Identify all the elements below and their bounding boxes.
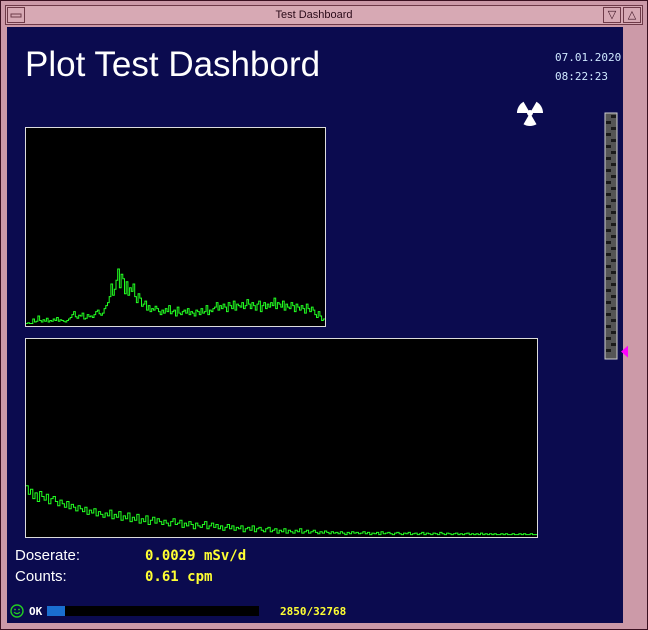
status-text: OK [29,605,43,618]
spectrum-plot-area [26,268,325,324]
gauge-marker-icon [621,345,628,358]
decay-plot-area [26,485,537,536]
gauge-tick [606,265,611,268]
gauge-tick [606,205,611,208]
maximize-button[interactable]: △ [623,7,641,23]
gauge-tick [606,325,611,328]
window-frame: Test Dashboard ▽ △ Plot Test Dashbord 07… [0,0,648,630]
gauge-tick [606,349,611,352]
gauge-tick [611,199,616,202]
gauge-tick [606,229,611,232]
counts-value: 0.61 cpm [145,569,213,585]
gauge-tick [606,337,611,340]
gauge-tick [606,241,611,244]
gauge-tick [611,187,616,190]
decay-trace [26,485,537,536]
gauge-tick [611,331,616,334]
window-menu-icon[interactable] [7,7,25,23]
dashboard-canvas: Plot Test Dashbord 07.01.2020 08:22:23 D… [7,27,628,623]
gauge-tick [611,127,616,130]
gauge-tick [606,169,611,172]
gauge-tick [606,133,611,136]
radiation-icon [516,101,544,126]
progress-text: 2850/32768 [280,605,347,618]
gauge-tick [611,283,616,286]
gauge-tick [611,247,616,250]
gauge-tick [611,319,616,322]
smiley-icon [10,604,24,618]
decay-plot [25,338,538,538]
gauge-tick [606,301,611,304]
progress-bar [47,606,259,616]
gauge-tick [611,211,616,214]
gauge-tick [606,253,611,256]
doserate-value: 0.0029 mSv/d [145,548,247,564]
gauge-tick [611,259,616,262]
menu-bar-glyph [10,13,22,18]
gauge-tick [611,307,616,310]
gauge-tick [611,223,616,226]
spectrum-plot [25,127,326,327]
gauge-tick [611,271,616,274]
gauge-tick [606,145,611,148]
gauge-tick [606,181,611,184]
gauge-tick [606,277,611,280]
gauge-tick [611,115,616,118]
gauge-tick [606,217,611,220]
gauge-tick [611,295,616,298]
gauge-tick [611,175,616,178]
time-display: 08:22:23 [555,70,608,83]
window-title: Test Dashboard [275,9,353,21]
gauge-tick [611,139,616,142]
gauge-tick [606,193,611,196]
title-bar[interactable]: Test Dashboard ▽ △ [5,5,643,25]
gauge-tick [611,163,616,166]
counts-label: Counts: [15,568,67,585]
gauge-tick [611,151,616,154]
page-title: Plot Test Dashbord [25,45,321,84]
progress-fill [47,606,66,616]
minimize-button[interactable]: ▽ [603,7,621,23]
doserate-label: Doserate: [15,547,81,564]
gauge-tick [606,313,611,316]
gauge-tick [606,157,611,160]
gauge-tick [606,121,611,124]
date-display: 07.01.2020 [555,51,622,64]
gauge-tick [606,289,611,292]
spectrum-trace [26,268,325,324]
gauge-tick [611,235,616,238]
level-gauge [604,112,628,360]
gauge-tick [611,343,616,346]
